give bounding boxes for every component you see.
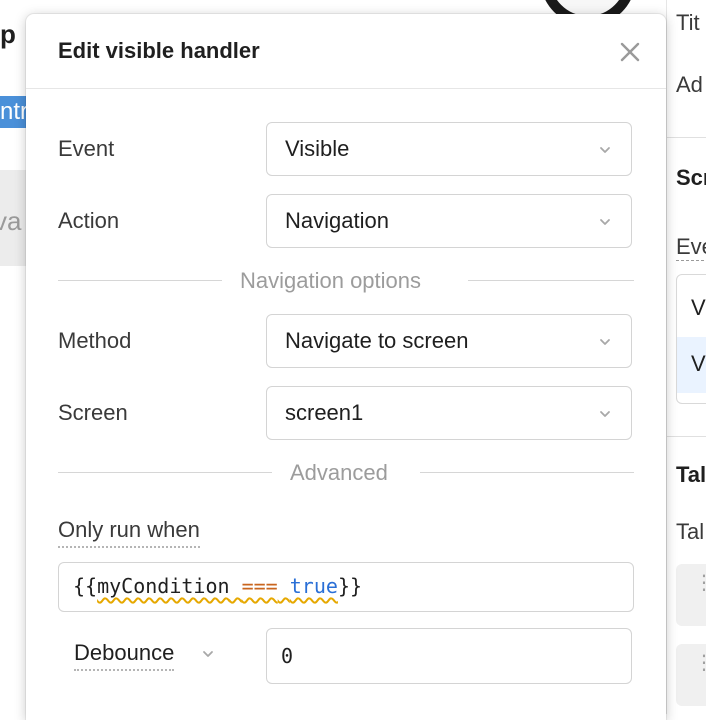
only-run-when-label: Only run when <box>58 517 200 548</box>
chevron-down-icon <box>597 214 613 230</box>
canvas-grey-component-fragment: va <box>0 170 26 266</box>
advanced-heading: Advanced <box>290 460 388 485</box>
inspector-title-label: Tit <box>676 10 700 35</box>
screen-select[interactable]: screen1 <box>266 386 632 440</box>
code-keyword: true <box>289 574 338 598</box>
canvas-title-fragment: p <box>0 19 16 49</box>
screen-select-value: screen1 <box>285 400 364 425</box>
inspector-table-label: Tal <box>676 519 705 544</box>
condition-code: {{myCondition === true}} <box>73 574 362 598</box>
inspector-event-row-label: V <box>691 295 706 320</box>
chevron-down-icon <box>597 406 613 422</box>
drag-handle-icon: ⋮ <box>694 573 706 593</box>
canvas-grey-text-fragment: va <box>0 206 22 236</box>
inspector-drag-handle[interactable]: ⋮ <box>676 644 706 706</box>
navigation-options-heading: Navigation options <box>240 268 422 293</box>
drag-handle-icon: ⋮ <box>694 653 706 673</box>
inspector-event-list: V V <box>676 274 706 404</box>
action-select[interactable]: Navigation <box>266 194 632 248</box>
inspector-event-row[interactable]: V <box>677 281 706 337</box>
inspector-table-section-title: Tal <box>676 462 706 487</box>
method-select-value: Navigate to screen <box>285 328 469 353</box>
action-label: Action <box>58 208 120 233</box>
close-icon <box>620 42 640 62</box>
chevron-down-icon <box>597 334 613 350</box>
inspector-section-title: Scr <box>676 165 706 190</box>
inspector-event-row-label: V <box>691 351 706 376</box>
chevron-down-icon <box>200 646 216 662</box>
code-close-braces: }} <box>337 574 363 598</box>
inspector-panel: Tit Ad Scr Eve V V Tal Tal ⋮ ⋮ <box>666 0 706 714</box>
action-select-value: Navigation <box>285 208 389 233</box>
edit-handler-dialog: Edit visible handler Event Visible Actio… <box>26 14 666 720</box>
debounce-dropdown[interactable]: Debounce <box>58 638 218 672</box>
event-select[interactable]: Visible <box>266 122 632 176</box>
inspector-divider <box>667 436 706 437</box>
only-run-when-input[interactable]: {{myCondition === true}} <box>58 562 634 612</box>
inspector-events-label: Eve <box>676 234 706 261</box>
debounce-input[interactable]: 0 <box>266 628 632 684</box>
method-label: Method <box>58 328 132 353</box>
debounce-label: Debounce <box>74 640 175 671</box>
event-select-value: Visible <box>285 136 350 161</box>
code-open-braces: {{ <box>73 574 98 598</box>
code-operator: === <box>241 574 278 598</box>
inspector-event-row-selected[interactable]: V <box>677 337 706 393</box>
code-identifier: myCondition <box>97 574 230 598</box>
advanced-divider: Advanced <box>58 458 634 488</box>
close-button[interactable] <box>616 38 644 66</box>
inspector-divider <box>667 137 706 138</box>
event-label: Event <box>58 136 115 161</box>
method-select[interactable]: Navigate to screen <box>266 314 632 368</box>
dialog-header: Edit visible handler <box>26 14 666 89</box>
inspector-add-label: Ad <box>676 72 703 97</box>
dialog-title: Edit visible handler <box>58 38 260 63</box>
debounce-value: 0 <box>281 644 294 668</box>
screen-label: Screen <box>58 400 128 425</box>
canvas-selected-text-fragment: ntr <box>0 96 26 128</box>
canvas-left-background: p ntr va <box>0 0 26 714</box>
inspector-drag-handle[interactable]: ⋮ <box>676 564 706 626</box>
navigation-options-divider: Navigation options <box>58 266 634 296</box>
chevron-down-icon <box>597 142 613 158</box>
